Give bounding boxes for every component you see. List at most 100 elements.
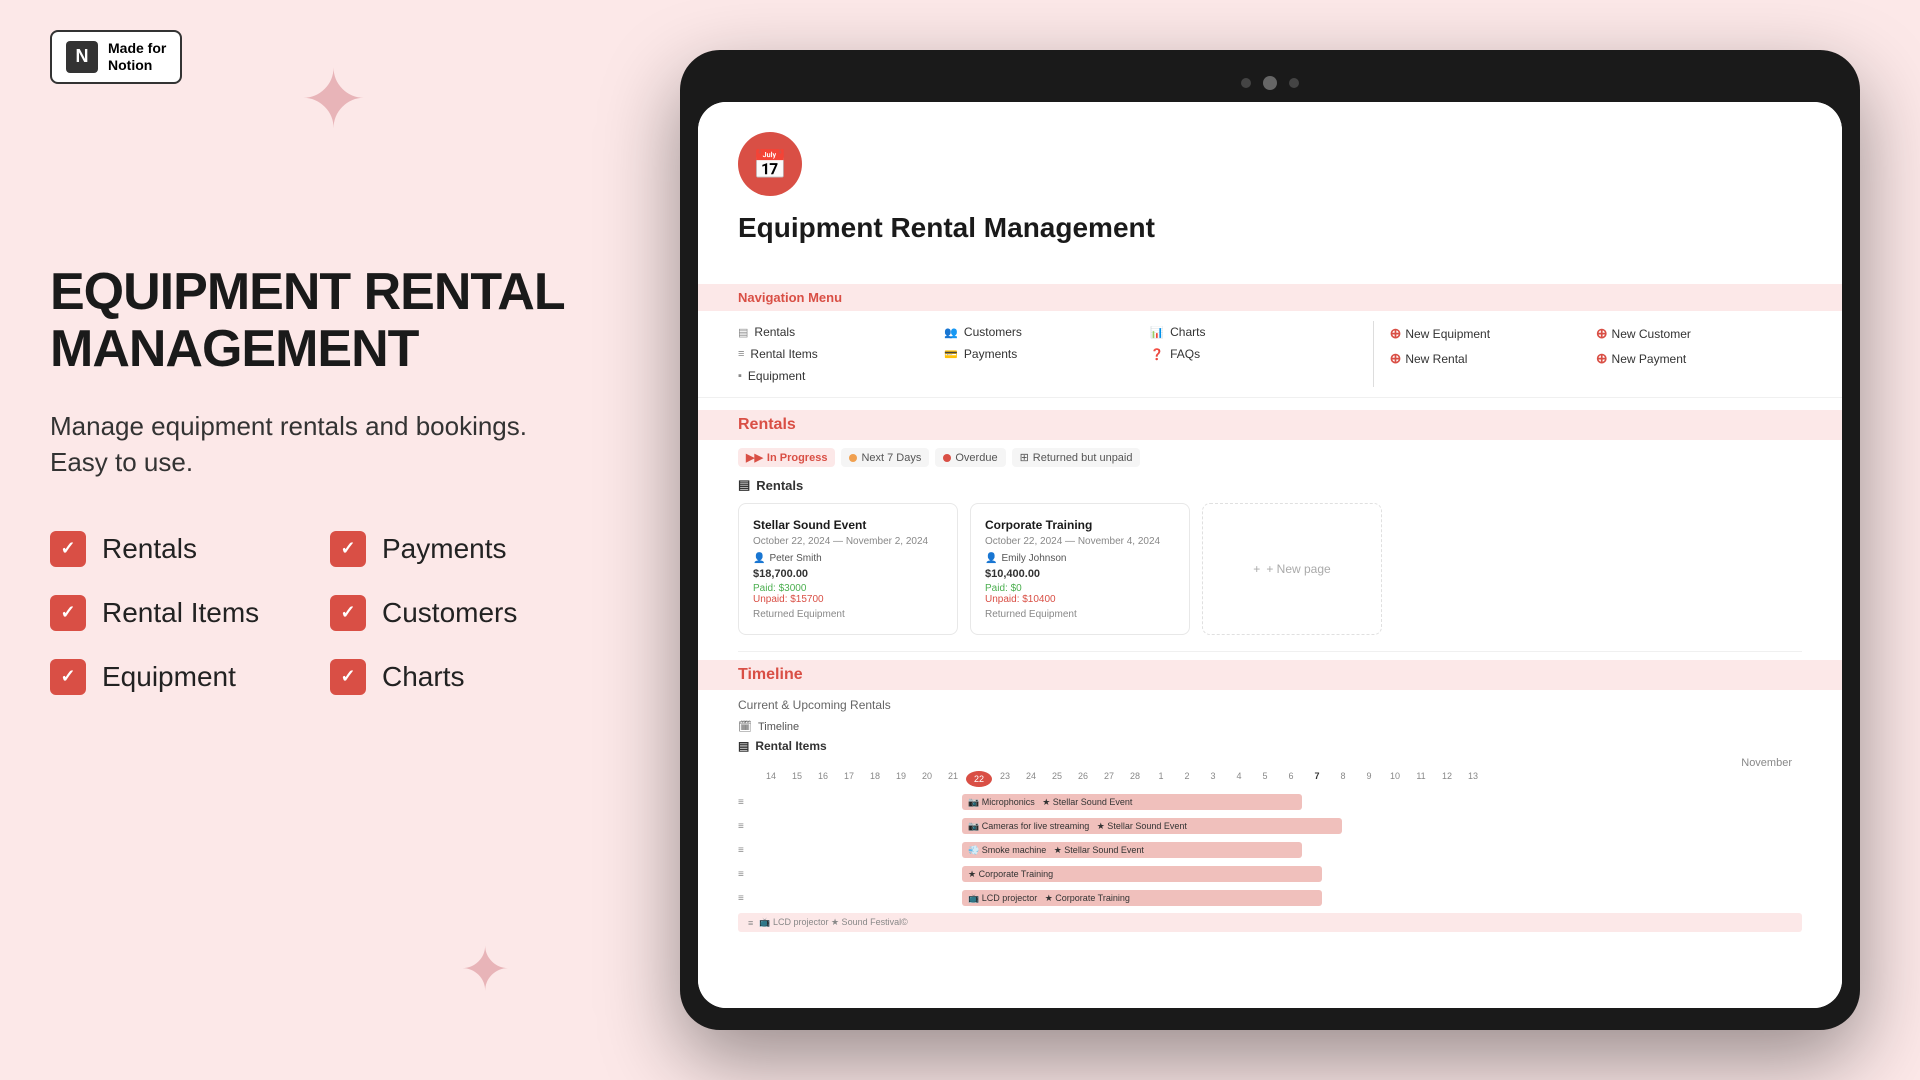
nav-item-equipment[interactable]: ▪ Equipment [738, 365, 944, 387]
card-customer-corporate: 👤 Emily Johnson [985, 553, 1175, 564]
plus-icon-rental: ⊕ [1390, 350, 1402, 367]
timeline-row-5: ≡ 📺 LCD projector ★ Corporate Training [738, 887, 1802, 909]
section-divider [738, 651, 1802, 652]
card-unpaid-corporate: Unpaid: $10400 [985, 594, 1175, 605]
filter-label-overdue: Overdue [955, 452, 997, 464]
nav-new-payment-label: New Payment [1612, 352, 1687, 366]
nav-new-equipment-label: New Equipment [1405, 327, 1490, 341]
nav-col-1: ▤ Rentals ≡ Rental Items ▪ Equipment [738, 321, 944, 387]
nav-label-charts: Charts [1170, 325, 1205, 339]
tablet-dot-right [1289, 78, 1299, 88]
feature-label-customers: Customers [382, 597, 517, 629]
rental-card-stellar[interactable]: Stellar Sound Event October 22, 2024 — N… [738, 503, 958, 635]
nav-menu-section: Navigation Menu ▤ Rentals ≡ Rental Items [698, 284, 1842, 398]
right-panel: 📅 Equipment Rental Management Navigation… [620, 0, 1920, 1080]
nav-new-customer-label: New Customer [1612, 327, 1691, 341]
feature-customers: Customers [330, 595, 570, 631]
feature-label-rentals: Rentals [102, 533, 197, 565]
main-headline: EQUIPMENT RENTAL MANAGEMENT [50, 264, 570, 378]
plus-icon-equipment: ⊕ [1390, 325, 1402, 342]
notion-page: 📅 Equipment Rental Management Navigation… [698, 102, 1842, 1008]
feature-charts: Charts [330, 659, 570, 695]
tablet-top-bar [698, 68, 1842, 98]
timeline-bottom-strip: ≡ 📺 LCD projector ★ Sound Festival© [738, 913, 1802, 932]
timeline-grid: November 14 15 16 17 18 19 20 21 22 [738, 757, 1802, 932]
today-date: 22 [966, 771, 992, 787]
card-date-stellar: October 22, 2024 — November 2, 2024 [753, 536, 943, 547]
check-icon-rentals [50, 531, 86, 567]
page-icon-circle: 📅 [738, 132, 802, 196]
tablet-frame: 📅 Equipment Rental Management Navigation… [680, 50, 1860, 1030]
filter-tab-overdue[interactable]: Overdue [935, 448, 1005, 467]
bar-microphonics: 📷 Microphonics ★ Stellar Sound Event [962, 794, 1302, 810]
filter-tab-next-7[interactable]: Next 7 Days [841, 448, 929, 467]
nav-new-rental[interactable]: ⊕ New Rental [1390, 346, 1596, 371]
filter-tab-in-progress[interactable]: ▶▶ In Progress [738, 448, 835, 467]
nav-menu-header: Navigation Menu [698, 284, 1842, 311]
row-icon-2: ≡ [738, 821, 758, 832]
card-returned-corporate: Returned Equipment [985, 609, 1175, 620]
nav-new-equipment[interactable]: ⊕ New Equipment [1390, 321, 1596, 346]
nav-item-customers[interactable]: 👥 Customers [944, 321, 1150, 343]
new-page-card[interactable]: + + New page [1202, 503, 1382, 635]
feature-payments: Payments [330, 531, 570, 567]
feature-rentals: Rentals [50, 531, 290, 567]
timeline-label-row: 🗓 Timeline [738, 720, 1802, 733]
row-bar-area-3: 💨 Smoke machine ★ Stellar Sound Event [762, 841, 1802, 859]
nav-item-rental-items[interactable]: ≡ Rental Items [738, 343, 944, 365]
customer-icon-corporate: 👤 [985, 553, 997, 564]
feature-label-payments: Payments [382, 533, 507, 565]
rental-items-icon: ≡ [738, 348, 744, 360]
notion-logo-icon: N [66, 41, 98, 73]
features-grid: Rentals Payments Rental Items Customers … [50, 531, 570, 695]
tablet-dot-center [1263, 76, 1277, 90]
nav-label-payments: Payments [964, 347, 1017, 361]
card-returned-stellar: Returned Equipment [753, 609, 943, 620]
nav-item-payments[interactable]: 💳 Payments [944, 343, 1150, 365]
nav-item-charts[interactable]: 📊 Charts [1150, 321, 1356, 343]
cards-icon: ▤ [738, 477, 750, 493]
timeline-title: Timeline [738, 666, 803, 683]
nav-new-rental-label: New Rental [1405, 352, 1467, 366]
timeline-row-3: ≡ 💨 Smoke machine ★ Stellar Sound Event [738, 839, 1802, 861]
card-paid-corporate: Paid: $0 [985, 583, 1175, 594]
bottom-strip-icon: ≡ [748, 918, 753, 928]
timeline-month: November [738, 757, 1802, 769]
nav-new-payment[interactable]: ⊕ New Payment [1596, 346, 1802, 371]
charts-icon: 📊 [1150, 326, 1164, 339]
card-amount-corporate: $10,400.00 [985, 568, 1175, 580]
payments-icon: 💳 [944, 348, 958, 361]
bottom-strip-text: 📺 LCD projector ★ Sound Festival© [759, 917, 907, 928]
feature-equipment: Equipment [50, 659, 290, 695]
nav-item-faqs[interactable]: ❓ FAQs [1150, 343, 1356, 365]
card-unpaid-stellar: Unpaid: $15700 [753, 594, 943, 605]
rental-card-corporate[interactable]: Corporate Training October 22, 2024 — No… [970, 503, 1190, 635]
left-panel: N Made for Notion EQUIPMENT RENTAL MANAG… [0, 0, 620, 1080]
page-header: 📅 Equipment Rental Management [698, 102, 1842, 284]
row-icon-5: ≡ [738, 893, 758, 904]
feature-label-charts: Charts [382, 661, 464, 693]
row-bar-area-4: ★ Corporate Training [762, 865, 1802, 883]
rental-items-label-text: Rental Items [755, 739, 826, 753]
timeline-dates: 14 15 16 17 18 19 20 21 22 23 24 25 [738, 771, 1802, 787]
nav-label-customers: Customers [964, 325, 1022, 339]
plus-icon-new-page: + [1253, 562, 1260, 576]
filter-tab-returned-unpaid[interactable]: ⊞ Returned but unpaid [1012, 448, 1141, 467]
lines-icon: ⊞ [1020, 451, 1029, 464]
row-bar-area-1: 📷 Microphonics ★ Stellar Sound Event [762, 793, 1802, 811]
row-bar-area-2: 📷 Cameras for live streaming ★ Stellar S… [762, 817, 1802, 835]
bar-corporate: ★ Corporate Training [962, 866, 1322, 882]
nav-item-rentals[interactable]: ▤ Rentals [738, 321, 944, 343]
tablet-dot-left [1241, 78, 1251, 88]
check-icon-payments [330, 531, 366, 567]
filter-label-next-7: Next 7 Days [861, 452, 921, 464]
feature-label-equipment: Equipment [102, 661, 236, 693]
bar-smoke: 💨 Smoke machine ★ Stellar Sound Event [962, 842, 1302, 858]
nav-menu-grid: ▤ Rentals ≡ Rental Items ▪ Equipment [698, 311, 1842, 398]
check-icon-rental-items [50, 595, 86, 631]
nav-new-customer[interactable]: ⊕ New Customer [1596, 321, 1802, 346]
timeline-header: Timeline [698, 660, 1842, 690]
tablet-screen: 📅 Equipment Rental Management Navigation… [698, 102, 1842, 1008]
card-title-stellar: Stellar Sound Event [753, 518, 943, 532]
feature-label-rental-items: Rental Items [102, 597, 259, 629]
